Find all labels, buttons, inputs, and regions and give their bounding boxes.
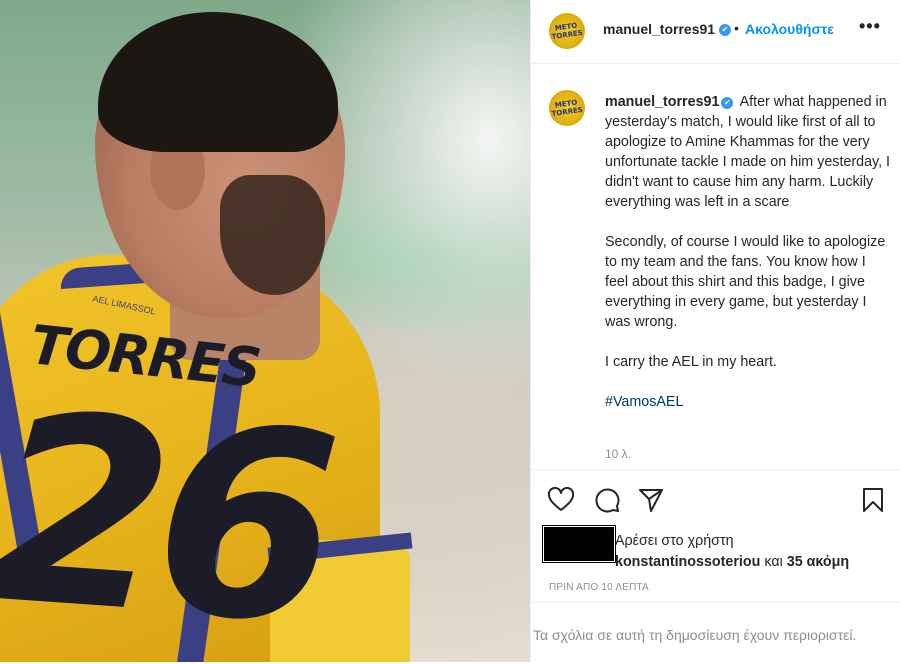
avatar[interactable]: ΜΕΤΟ TORRES xyxy=(549,90,585,126)
follow-button[interactable]: Ακολουθήστε xyxy=(745,21,834,37)
likes-conjunction: και xyxy=(760,554,787,570)
redacted-liker-avatar xyxy=(542,525,616,563)
player-beard xyxy=(220,175,325,295)
bookmark-icon[interactable] xyxy=(859,486,887,514)
more-options-icon[interactable]: ••• xyxy=(859,16,881,37)
caption-section: ΜΕΤΟ TORRES manuel_torres91 ✔ After what … xyxy=(531,64,900,468)
post-date[interactable]: ΠΡΙΝ ΑΠΟ 10 ΛΕΠΤΑ xyxy=(549,582,649,593)
post-caption: manuel_torres91 ✔ After what happened in … xyxy=(605,92,891,432)
separator-dot: • xyxy=(734,20,739,36)
paper-plane-icon[interactable] xyxy=(637,486,665,514)
avatar-badge: ΜΕΤΟ TORRES xyxy=(550,98,583,119)
player-hair xyxy=(98,12,338,152)
likes-others[interactable]: 35 ακόμη xyxy=(787,554,849,570)
post-photo[interactable]: AEL LIMASSOL TORRES 26 xyxy=(0,0,530,662)
avatar[interactable]: ΜΕΤΟ TORRES xyxy=(549,13,585,49)
comment-icon[interactable] xyxy=(593,486,621,514)
comments-restricted-notice: Τα σχόλια σε αυτή τη δημοσίευση έχουν πε… xyxy=(531,602,900,664)
caption-text-3: I carry the AEL in my heart. xyxy=(605,354,777,370)
jersey-number: 26 xyxy=(0,357,334,662)
likes-summary[interactable]: konstantinossoteriou και 35 ακόμη xyxy=(615,554,849,570)
caption-text-1: After what happened in yesterday's match… xyxy=(605,94,891,210)
avatar-badge: ΜΕΤΟ TORRES xyxy=(550,21,583,42)
verified-icon: ✔ xyxy=(721,97,734,109)
header-username[interactable]: manuel_torres91 xyxy=(603,21,715,37)
comments-restricted-text: Τα σχόλια σε αυτή τη δημοσίευση έχουν πε… xyxy=(533,627,857,643)
post-details-panel: ΜΕΤΟ TORRES manuel_torres91 ✔ • Ακολουθή… xyxy=(530,0,900,662)
post-header: ΜΕΤΟ TORRES manuel_torres91 ✔ • Ακολουθή… xyxy=(531,0,900,64)
heart-icon[interactable] xyxy=(547,486,575,514)
liker-username[interactable]: konstantinossoteriou xyxy=(615,554,760,570)
caption-text-2: Secondly, of course I would like to apol… xyxy=(605,234,886,330)
caption-paragraph: manuel_torres91 ✔ After what happened in … xyxy=(605,94,890,210)
caption-username[interactable]: manuel_torres91 xyxy=(605,94,719,110)
post-actions: Αρέσει στο χρήστη konstantinossoteriou κ… xyxy=(531,469,900,663)
verified-icon: ✔ xyxy=(719,24,731,36)
likes-line: Αρέσει στο χρήστη xyxy=(615,533,734,549)
caption-time-ago[interactable]: 10 λ. xyxy=(605,447,631,461)
hashtag-link[interactable]: #VamosAEL xyxy=(605,394,683,410)
